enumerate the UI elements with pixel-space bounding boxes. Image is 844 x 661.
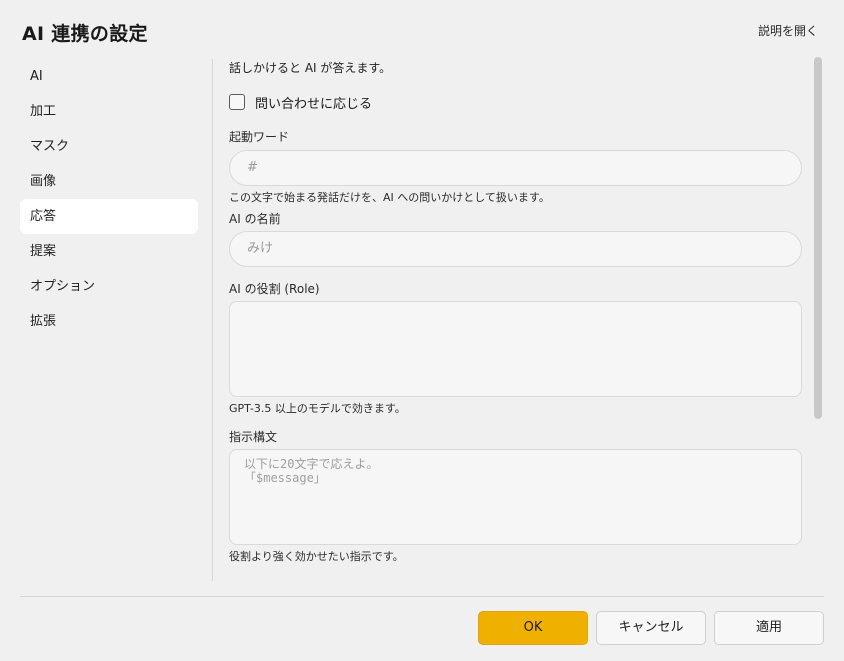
trigger-word-help: この文字で始まる発話だけを、AI への問いかけとして扱います。	[229, 191, 550, 204]
help-link[interactable]: 説明を開く	[758, 22, 818, 39]
ai-settings-dialog: AI 連携の設定 説明を開く AI 加工 マスク 画像 応答 提案 オプション …	[0, 0, 844, 661]
ai-name-placeholder: みけ	[247, 241, 274, 256]
apply-button[interactable]: 適用	[714, 611, 824, 645]
sidebar-item-extensions[interactable]: 拡張	[20, 304, 198, 339]
respond-checkbox-row[interactable]: 問い合わせに応じる	[229, 92, 802, 112]
ok-button[interactable]: OK	[478, 611, 588, 645]
ai-name-label: AI の名前	[229, 212, 281, 226]
sidebar-item-image[interactable]: 画像	[20, 164, 198, 199]
sidebar-divider	[212, 59, 213, 581]
ai-role-label: AI の役割 (Role)	[229, 282, 320, 296]
respond-checkbox[interactable]	[229, 94, 245, 110]
footer-divider	[20, 596, 824, 597]
sidebar-item-mask[interactable]: マスク	[20, 129, 198, 164]
dialog-title: AI 連携の設定	[22, 23, 148, 45]
trigger-word-label: 起動ワード	[229, 130, 290, 144]
ai-role-textarea[interactable]	[229, 301, 802, 397]
cancel-button[interactable]: キャンセル	[596, 611, 706, 645]
settings-sidebar: AI 加工 マスク 画像 応答 提案 オプション 拡張	[20, 59, 198, 339]
trigger-word-placeholder: #	[247, 160, 258, 175]
panel-scrollbar-thumb[interactable]	[814, 57, 822, 419]
instruction-placeholder-line: 「$message」	[244, 471, 326, 485]
sidebar-item-response[interactable]: 応答	[20, 199, 198, 234]
sidebar-item-ai[interactable]: AI	[20, 59, 198, 94]
sidebar-item-options[interactable]: オプション	[20, 269, 198, 304]
instruction-help: 役割より強く効かせたい指示です。	[229, 550, 404, 563]
instruction-textarea[interactable]: 以下に20文字で応えよ。 「$message」	[229, 449, 802, 545]
panel-description: 話しかけると AI が答えます。	[229, 61, 392, 75]
sidebar-item-suggestion[interactable]: 提案	[20, 234, 198, 269]
response-settings-panel: 話しかけると AI が答えます。 問い合わせに応じる 起動ワード # この文字で…	[229, 60, 802, 565]
trigger-word-input[interactable]: #	[229, 150, 802, 186]
respond-checkbox-label: 問い合わせに応じる	[255, 96, 373, 112]
instruction-placeholder-line: 以下に20文字で応えよ。	[244, 457, 379, 471]
sidebar-item-processing[interactable]: 加工	[20, 94, 198, 129]
ai-name-input[interactable]: みけ	[229, 231, 802, 267]
instruction-label: 指示構文	[229, 430, 278, 444]
ai-role-help: GPT-3.5 以上のモデルで効きます。	[229, 402, 406, 415]
